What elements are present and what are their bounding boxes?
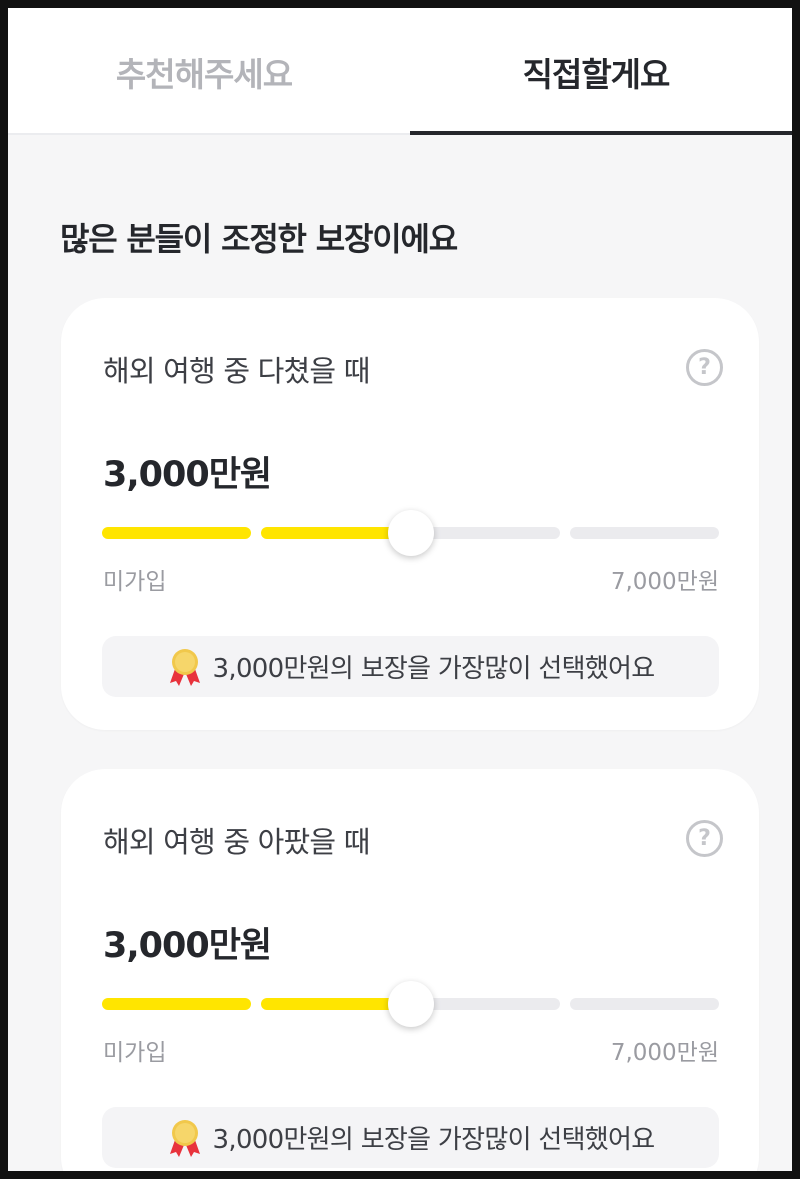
selected-amount: 3,000만원 bbox=[103, 926, 272, 966]
question-circle-icon[interactable]: ? bbox=[686, 820, 723, 857]
slider-segment bbox=[570, 998, 719, 1010]
popular-choice-tip: 3,000만원의 보장을 가장많이 선택했어요 bbox=[102, 636, 719, 697]
coverage-slider[interactable] bbox=[102, 981, 719, 1027]
section-title: 많은 분들이 조정한 보장이에요 bbox=[60, 220, 458, 258]
tip-text: 3,000만원의 보장을 가장많이 선택했어요 bbox=[212, 654, 656, 684]
slider-segment bbox=[102, 998, 251, 1010]
medal-icon bbox=[169, 648, 200, 686]
range-min-label: 미가입 bbox=[103, 569, 167, 595]
popular-choice-tip: 3,000만원의 보장을 가장많이 선택했어요 bbox=[102, 1107, 719, 1168]
app-screen: 추천해주세요 직접할게요 많은 분들이 조정한 보장이에요 해외 여행 중 다쳤… bbox=[8, 8, 792, 1171]
range-max-label: 7,000만원 bbox=[610, 569, 719, 595]
tab-recommend[interactable]: 추천해주세요 bbox=[8, 8, 400, 135]
tab-active-indicator bbox=[410, 131, 792, 135]
card-title: 해외 여행 중 다쳤을 때 bbox=[103, 354, 370, 388]
tip-text: 3,000만원의 보장을 가장많이 선택했어요 bbox=[212, 1125, 656, 1155]
tab-bar: 추천해주세요 직접할게요 bbox=[8, 8, 792, 135]
range-max-label: 7,000만원 bbox=[610, 1040, 719, 1066]
coverage-card-injury: 해외 여행 중 다쳤을 때 ? 3,000만원 미가입 7,000만원 3,00… bbox=[61, 298, 759, 730]
tab-self-select[interactable]: 직접할게요 bbox=[400, 8, 792, 135]
medal-icon bbox=[169, 1119, 200, 1157]
selected-amount: 3,000만원 bbox=[103, 455, 272, 495]
coverage-slider[interactable] bbox=[102, 510, 719, 556]
coverage-card-illness: 해외 여행 중 아팠을 때 ? 3,000만원 미가입 7,000만원 3,00… bbox=[61, 769, 759, 1171]
slider-thumb[interactable] bbox=[388, 510, 434, 556]
slider-segment bbox=[570, 527, 719, 539]
card-title: 해외 여행 중 아팠을 때 bbox=[103, 825, 370, 859]
slider-segment bbox=[102, 527, 251, 539]
slider-thumb[interactable] bbox=[388, 981, 434, 1027]
question-circle-icon[interactable]: ? bbox=[686, 349, 723, 386]
range-min-label: 미가입 bbox=[103, 1040, 167, 1066]
